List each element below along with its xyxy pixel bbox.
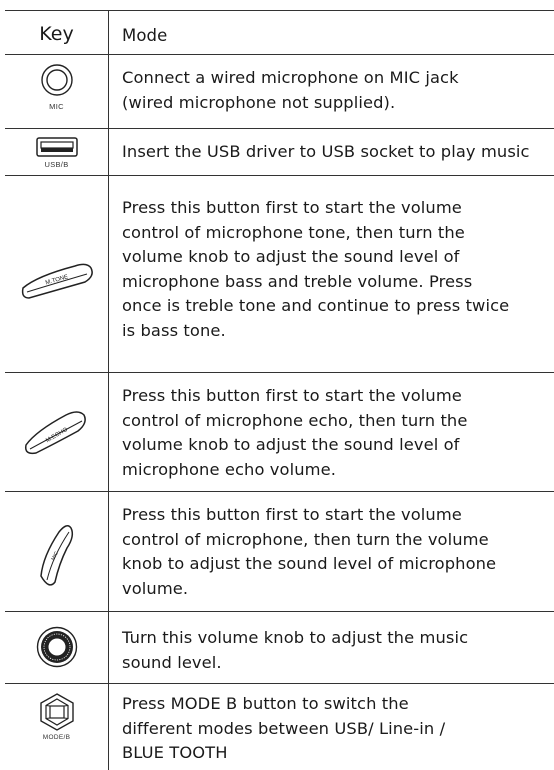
key-mode-table: Key Mode MIC Connect a wired microphone … — [5, 10, 554, 770]
key-cell: M.ECHO — [5, 373, 109, 491]
usb-socket-icon — [35, 137, 78, 157]
key-label: USB/B — [44, 160, 69, 169]
table-row-mic-echo: M.ECHO Press this button first to start … — [5, 373, 554, 492]
row-description: Press this button first to start the vol… — [122, 386, 468, 479]
key-cell-content — [5, 626, 108, 668]
table-row-volume-knob: Turn this volume knob to adjust the musi… — [5, 612, 554, 684]
key-header: Key — [39, 23, 74, 45]
row-description: Insert the USB driver to USB socket to p… — [122, 142, 530, 161]
key-cell: M.TONE — [5, 176, 109, 372]
row-description: Press this button first to start the vol… — [122, 198, 510, 340]
key-label: MODE/B — [42, 734, 71, 741]
mode-button-icon — [39, 693, 74, 731]
key-cell — [5, 612, 109, 683]
mic-echo-button-icon: M.ECHO — [24, 411, 86, 455]
key-cell-content: MIC — [5, 63, 108, 111]
key-cell-content: USB/B — [5, 137, 108, 169]
mode-header: Mode — [122, 26, 168, 45]
key-cell-content: MODE/B — [5, 692, 108, 741]
table-row-mic-volume: MIC Press this button first to start the… — [5, 492, 554, 612]
key-cell: MIC — [5, 55, 109, 128]
row-description: Press this button first to start the vol… — [122, 505, 497, 598]
row-description: Press MODE B button to switch the differ… — [122, 694, 446, 762]
microphone-jack-icon — [40, 64, 73, 96]
key-cell: MIC — [5, 492, 109, 611]
key-cell: MODE/B — [5, 684, 109, 770]
table-row-mic-tone: M.TONE Press this button first to start … — [5, 176, 554, 373]
mic-tone-button-icon: M.TONE — [21, 263, 93, 299]
table-row-usb: USB/B Insert the USB driver to USB socke… — [5, 129, 554, 176]
key-label: MIC — [49, 102, 64, 111]
key-cell-content: MIC — [5, 520, 108, 590]
row-description: Turn this volume knob to adjust the musi… — [122, 628, 469, 672]
key-cell-content: M.TONE — [5, 258, 108, 300]
table-header-row: Key Mode — [5, 11, 554, 55]
mic-volume-button-icon: MIC — [39, 525, 73, 586]
table-row-mic-jack: MIC Connect a wired microphone on MIC ja… — [5, 55, 554, 129]
volume-knob-icon — [36, 626, 77, 668]
key-column: Key — [5, 11, 109, 54]
key-cell-content: M.ECHO — [5, 407, 108, 457]
row-description: Connect a wired microphone on MIC jack (… — [122, 68, 459, 112]
table-row-mode: MODE/B Press MODE B button to switch the… — [5, 684, 554, 770]
key-cell: USB/B — [5, 129, 109, 175]
